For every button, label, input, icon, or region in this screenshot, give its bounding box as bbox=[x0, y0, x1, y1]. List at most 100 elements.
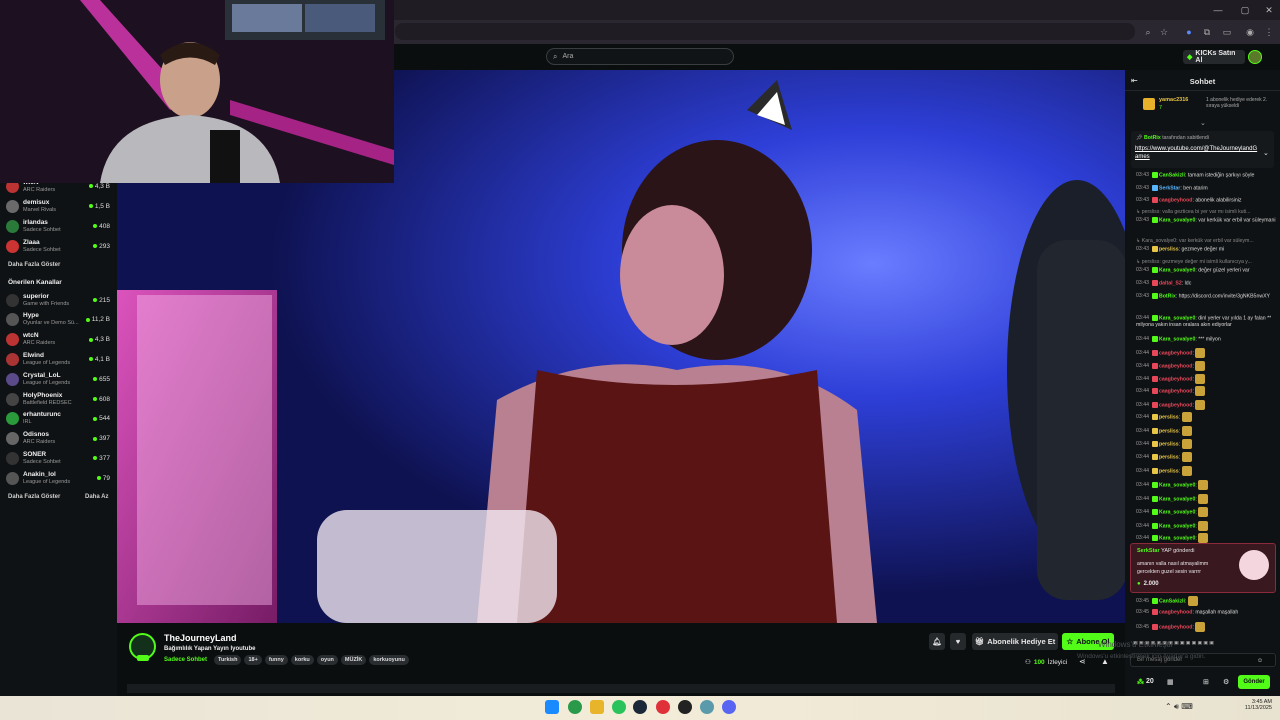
steam-icon[interactable] bbox=[633, 700, 647, 714]
zoom-icon[interactable]: ⌕ bbox=[1141, 25, 1155, 39]
tag[interactable]: MÜZİK bbox=[340, 655, 367, 665]
sidebar-channel-item[interactable]: demisux Marvel Rivals 1,5 B bbox=[6, 196, 110, 216]
notification-bell-button[interactable]: 🔔︎ bbox=[929, 633, 945, 650]
username[interactable]: Kara_sovalye0 bbox=[1159, 509, 1195, 515]
bookmark-star-icon[interactable]: ☆ bbox=[1157, 25, 1171, 39]
username[interactable]: caagbeyhood bbox=[1159, 350, 1192, 356]
timestamp: 03:43 bbox=[1136, 246, 1149, 253]
show-less-link[interactable]: Daha Az bbox=[85, 494, 108, 500]
profile-icon[interactable]: ◉ bbox=[1243, 25, 1257, 39]
tag[interactable]: 18+ bbox=[244, 655, 262, 665]
obs-icon[interactable] bbox=[678, 700, 692, 714]
username[interactable]: daltal_S2 bbox=[1159, 280, 1182, 286]
show-more-link[interactable]: Daha Fazla Göster bbox=[8, 262, 60, 268]
chrome-icon[interactable] bbox=[568, 700, 582, 714]
username[interactable]: caagbeyhood bbox=[1159, 388, 1192, 394]
username[interactable]: Kara_sovalye0 bbox=[1159, 315, 1195, 321]
username[interactable]: caagbeyhood bbox=[1159, 376, 1192, 382]
sidebar-channel-item[interactable]: wtcN ARC Raiders 4,3 B bbox=[6, 330, 110, 350]
sidebar-channel-item[interactable]: Elwind League of Legends 4,1 B bbox=[6, 349, 110, 369]
kicks-buy-button[interactable]: ◆ KICKs Satın Al bbox=[1183, 50, 1245, 64]
calendar-icon[interactable]: ▦ bbox=[1167, 678, 1174, 686]
username[interactable]: CanSakizli bbox=[1159, 172, 1185, 178]
username[interactable]: BotRix bbox=[1159, 293, 1176, 299]
tag[interactable]: korkuoyunu bbox=[369, 655, 409, 665]
close-window-button[interactable]: ✕ bbox=[1262, 3, 1276, 17]
sidebar-channel-item[interactable]: erhanturunc IRL 544 bbox=[6, 409, 110, 429]
username[interactable]: Kara_sovalye0 bbox=[1159, 217, 1195, 223]
user-avatar[interactable] bbox=[1248, 50, 1262, 64]
search-input[interactable]: ⌕ Ara bbox=[546, 48, 734, 65]
sidebar-channel-item[interactable]: Hype Oyunlar ve Demo Sü... 11,2 B bbox=[6, 310, 110, 330]
activation-watermark: Windows'u Etkinleştir bbox=[1098, 640, 1174, 649]
username[interactable]: persliss bbox=[1159, 454, 1179, 460]
username[interactable]: caagbeyhood bbox=[1159, 609, 1192, 615]
username[interactable]: Kara_sovalye0 bbox=[1159, 523, 1195, 529]
windows-start-icon[interactable] bbox=[545, 700, 559, 714]
sidebar-channel-item[interactable]: Crystal_LoL League of Legends 655 bbox=[6, 369, 110, 389]
username[interactable]: Kara_sovalye0 bbox=[1159, 267, 1195, 273]
username[interactable]: SerkStar bbox=[1159, 185, 1180, 191]
username[interactable]: persliss bbox=[1159, 246, 1179, 252]
username[interactable]: Kara_sovalye0 bbox=[1159, 336, 1195, 342]
sidebar-channel-item[interactable]: SONER Sadece Sohbet 377 bbox=[6, 448, 110, 468]
file-explorer-icon[interactable] bbox=[590, 700, 604, 714]
username[interactable]: caagbeyhood bbox=[1159, 402, 1192, 408]
message-text: maşallah maşallah bbox=[1195, 609, 1239, 616]
leaderboard-icon[interactable]: ⊞ bbox=[1203, 678, 1209, 686]
sidebar-channel-item[interactable]: irlandas Sadece Sohbet 408 bbox=[6, 216, 110, 236]
tag[interactable]: Turkish bbox=[214, 655, 242, 665]
settings-app-icon[interactable] bbox=[700, 700, 714, 714]
username[interactable]: caagbeyhood bbox=[1159, 624, 1192, 630]
tray-icons[interactable]: ⌃ 🔊︎ ⌨ bbox=[1165, 702, 1193, 712]
username[interactable]: Kara_sovalye0 bbox=[1159, 496, 1195, 502]
browser-menu-icon[interactable]: ⋮ bbox=[1262, 25, 1276, 39]
gifter-name[interactable]: yamac2316 bbox=[1159, 97, 1188, 103]
address-bar[interactable] bbox=[395, 23, 1135, 40]
whatsapp-icon[interactable] bbox=[612, 700, 626, 714]
expand-pinned-icon[interactable]: ⌄ bbox=[1263, 149, 1269, 157]
sidebar-channel-item[interactable]: superior Game with Friends 215 bbox=[6, 290, 110, 310]
clock[interactable]: 3:45 AM 11/13/2025 bbox=[1240, 699, 1272, 711]
emoji-icon[interactable]: ☺ bbox=[1257, 658, 1263, 664]
sidebar-channel-item[interactable]: Anakin_lol League of Legends 79 bbox=[6, 468, 110, 488]
channel-name[interactable]: TheJourneyLand bbox=[164, 633, 237, 643]
username[interactable]: Kara_sovalye0 bbox=[1159, 535, 1195, 541]
send-button[interactable]: Gönder bbox=[1238, 675, 1270, 689]
stream-category[interactable]: Sadece Sohbet bbox=[164, 657, 207, 663]
username[interactable]: persliss bbox=[1159, 441, 1179, 447]
username[interactable]: persliss bbox=[1159, 428, 1179, 434]
extensions-puzzle-icon[interactable]: ⧉ bbox=[1200, 25, 1214, 39]
sidebar-channel-item[interactable]: Zlaaa Sadece Sohbet 293 bbox=[6, 236, 110, 256]
follow-heart-button[interactable]: ♥ bbox=[950, 633, 966, 650]
discord-icon[interactable] bbox=[722, 700, 736, 714]
maximize-button[interactable]: ▢ bbox=[1238, 3, 1252, 17]
tag[interactable]: funny bbox=[264, 655, 288, 665]
tag[interactable]: oyun bbox=[316, 655, 338, 665]
pinned-link[interactable]: https://www.youtube.com/@TheJourneylandG… bbox=[1135, 145, 1260, 161]
username[interactable]: Kara_sovalye0 bbox=[1159, 482, 1195, 488]
chevron-down-icon[interactable]: ⌄ bbox=[1200, 119, 1206, 127]
sidepanel-icon[interactable]: ▭ bbox=[1220, 25, 1234, 39]
extension-icon[interactable]: ● bbox=[1182, 25, 1196, 39]
username[interactable]: caagbeyhood bbox=[1159, 363, 1192, 369]
sidebar-channel-item[interactable]: HolyPhoenix Battlefield REDSEC 608 bbox=[6, 389, 110, 409]
gift-subscription-button[interactable]: 🎁︎ Abonelik Hediye Et bbox=[972, 633, 1058, 650]
timestamp: 03:43 bbox=[1136, 267, 1149, 274]
tag[interactable]: korku bbox=[290, 655, 314, 665]
username[interactable]: CanSakizli bbox=[1159, 598, 1185, 604]
timestamp: 03:44 bbox=[1136, 315, 1149, 322]
opera-icon[interactable] bbox=[656, 700, 670, 714]
channel-name: Zlaaa bbox=[23, 238, 40, 246]
username[interactable]: persliss bbox=[1159, 468, 1179, 474]
sidebar-channel-item[interactable]: Odisnos ARC Raiders 397 bbox=[6, 429, 110, 449]
username[interactable]: persliss bbox=[1159, 414, 1179, 420]
minimize-button[interactable]: — bbox=[1211, 3, 1225, 17]
username[interactable]: caagbeyhood bbox=[1159, 197, 1192, 203]
chat-message: 03:44 Kara_sovalye0: bbox=[1136, 521, 1276, 531]
channel-points[interactable]: ⁂ 20 bbox=[1137, 678, 1154, 686]
badge-icon bbox=[1151, 172, 1158, 178]
show-more-link-2[interactable]: Daha Fazla Göster bbox=[8, 494, 60, 500]
settings-gear-icon[interactable]: ⚙ bbox=[1223, 678, 1229, 686]
divider bbox=[1125, 90, 1280, 91]
